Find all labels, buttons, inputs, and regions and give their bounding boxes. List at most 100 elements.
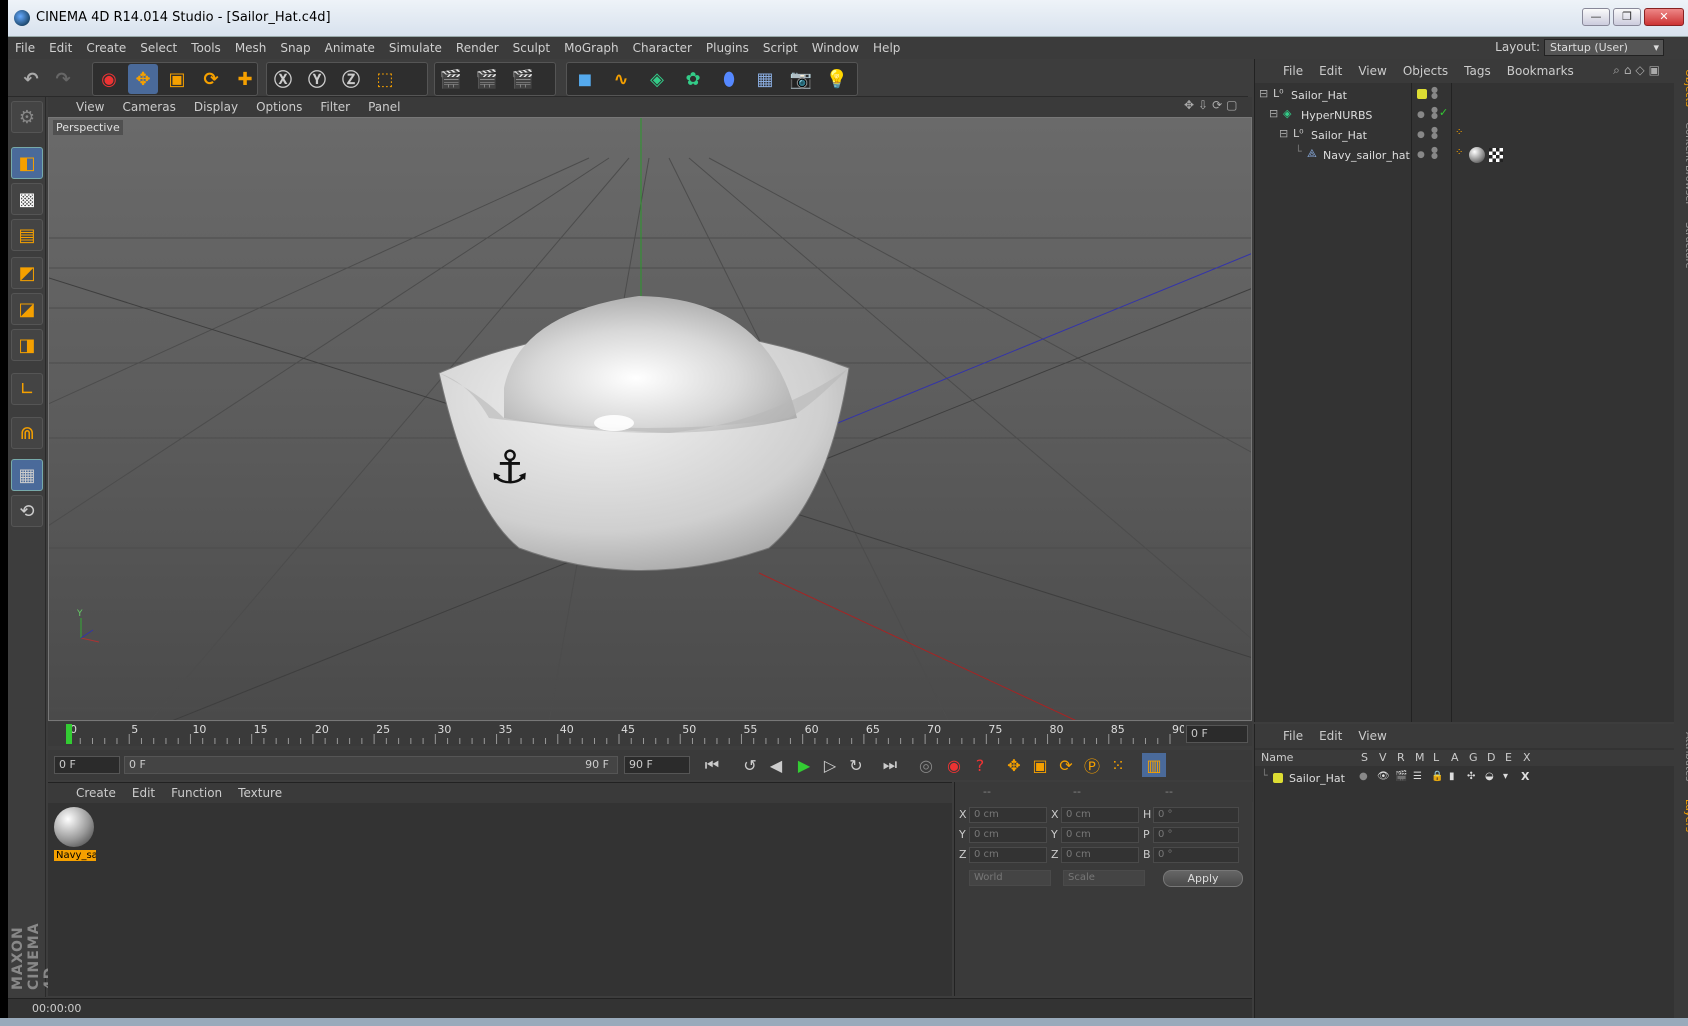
lm-menu-edit[interactable]: Edit	[1311, 729, 1350, 743]
previous-frame-icon[interactable]: ◀	[764, 753, 788, 777]
y-axis-icon[interactable]: Ⓨ	[302, 64, 332, 94]
render-settings-icon[interactable]: 🎬	[508, 64, 538, 94]
layout-select[interactable]: Startup (User) ▾	[1544, 39, 1664, 56]
om-menu-tags[interactable]: Tags	[1456, 64, 1499, 78]
menu-mesh[interactable]: Mesh	[228, 41, 274, 55]
key-position-icon[interactable]: ✥	[1002, 753, 1026, 777]
material-menu-edit[interactable]: Edit	[124, 786, 163, 800]
visibility-dot-icon[interactable]: ●	[1417, 150, 1425, 160]
autokey-icon[interactable]: ◉	[942, 753, 966, 777]
material-tag-icon[interactable]	[1469, 147, 1485, 163]
record-active-icon[interactable]: ◎	[914, 753, 938, 777]
lock-toggle-icon[interactable]: 🔒	[1431, 771, 1443, 782]
viewport-menu-display[interactable]: Display	[185, 100, 247, 114]
tab-objects[interactable]: Objects	[1676, 63, 1688, 113]
timeline-ruler[interactable]: 0 5 10 15 20 25 30 35 40 45 50 55 60 65 70 75 80 85 90 0 F	[48, 722, 1252, 746]
pos-z-field[interactable]: 0 cm	[969, 847, 1047, 863]
object-row[interactable]: └ ⟁ Navy_sailor_hat ● ● ● ⁘	[1255, 145, 1675, 165]
go-to-start-icon[interactable]: ⏮	[700, 753, 724, 777]
solo-toggle-icon[interactable]: ●	[1359, 771, 1368, 782]
object-row[interactable]: ⊟ L⁰ Sailor_Hat ● ● ● ⁘	[1255, 125, 1675, 145]
tree-collapse-icon[interactable]: ⊟	[1279, 127, 1288, 140]
menu-mograph[interactable]: MoGraph	[557, 41, 626, 55]
menu-help[interactable]: Help	[866, 41, 907, 55]
make-editable-icon[interactable]: ⚙	[11, 101, 43, 133]
size-x-field[interactable]: 0 cm	[1061, 807, 1139, 823]
next-frame-icon[interactable]: ▷	[818, 753, 842, 777]
size-y-field[interactable]: 0 cm	[1061, 827, 1139, 843]
recent-tool-icon[interactable]: ✚	[230, 64, 260, 94]
menu-render[interactable]: Render	[449, 41, 506, 55]
material-swatch[interactable]: Navy_sa	[54, 807, 96, 869]
visibility-dot-icon[interactable]: ●	[1417, 130, 1425, 140]
menu-plugins[interactable]: Plugins	[699, 41, 756, 55]
cube-icon[interactable]: ◼	[570, 64, 600, 94]
render-picture-viewer-icon[interactable]: 🎬	[472, 64, 502, 94]
frame-range-slider[interactable]: 0 F 90 F	[124, 756, 618, 774]
points-mode-icon[interactable]: ◩	[11, 257, 43, 289]
menu-snap[interactable]: Snap	[273, 41, 317, 55]
floor-icon[interactable]: ▦	[750, 64, 780, 94]
next-key-icon[interactable]: ↻	[844, 753, 868, 777]
playhead-marker[interactable]	[66, 724, 72, 744]
x-axis-icon[interactable]: Ⓧ	[268, 64, 298, 94]
layer-row[interactable]: └ Sailor_Hat ● 👁 🎬 ☰ 🔒 ▮ ✣ ◒ ▾ X	[1255, 768, 1675, 788]
tab-attributes[interactable]: Attributes	[1676, 727, 1688, 787]
timeline-window-icon[interactable]: ▥	[1142, 753, 1166, 777]
start-frame-field[interactable]: 0 F	[54, 756, 120, 774]
menu-character[interactable]: Character	[626, 41, 699, 55]
edges-mode-icon[interactable]: ◪	[11, 293, 43, 325]
manager-toggle-icon[interactable]: ☰	[1413, 771, 1422, 782]
deformer-icon[interactable]: ⬮	[714, 64, 744, 94]
menu-animate[interactable]: Animate	[318, 41, 382, 55]
magnet-icon[interactable]: ⋒	[11, 417, 43, 449]
visibility-dots-icon[interactable]: ● ●	[1431, 86, 1438, 100]
deformers-toggle-icon[interactable]: ◒	[1485, 771, 1494, 782]
apply-button[interactable]: Apply	[1163, 870, 1243, 887]
lock-workplane-icon[interactable]: ⟲	[11, 495, 43, 527]
om-menu-bookmarks[interactable]: Bookmarks	[1499, 64, 1582, 78]
search-icon[interactable]: ⌕⌂◇▣	[1613, 63, 1664, 78]
object-row[interactable]: ⊟ ◈ HyperNURBS ● ● ● ✓	[1255, 105, 1675, 125]
menu-sculpt[interactable]: Sculpt	[506, 41, 557, 55]
visibility-dots-icon[interactable]: ● ●	[1431, 126, 1438, 140]
current-frame-field[interactable]: 0 F	[1186, 725, 1248, 743]
om-menu-objects[interactable]: Objects	[1395, 64, 1456, 78]
camera-icon[interactable]: 📷	[786, 64, 816, 94]
uvw-tag-icon[interactable]	[1489, 148, 1503, 162]
lm-menu-view[interactable]: View	[1350, 729, 1394, 743]
viewport-menu-cameras[interactable]: Cameras	[113, 100, 184, 114]
xref-toggle-icon[interactable]: X	[1521, 770, 1529, 783]
viewport-menu-filter[interactable]: Filter	[311, 100, 359, 114]
array-icon[interactable]: ✿	[678, 64, 708, 94]
minimize-button[interactable]: —	[1582, 8, 1610, 26]
material-menu-function[interactable]: Function	[163, 786, 230, 800]
phong-tag-icon[interactable]: ⁘	[1455, 147, 1463, 158]
menu-tools[interactable]: Tools	[184, 41, 228, 55]
tab-content-browser[interactable]: Content Browser	[1676, 119, 1688, 209]
menu-file[interactable]: File	[8, 41, 42, 55]
viewport-nav-icons[interactable]: ✥⇩⟳▢	[1184, 98, 1242, 112]
restore-button[interactable]: ❐	[1613, 8, 1641, 26]
render-view-icon[interactable]: 🎬	[436, 64, 466, 94]
move-icon[interactable]: ✥	[128, 64, 158, 94]
layer-color-icon[interactable]	[1273, 773, 1283, 783]
om-menu-file[interactable]: File	[1255, 64, 1311, 78]
rot-b-field[interactable]: 0 °	[1153, 847, 1239, 863]
viewport-menu-options[interactable]: Options	[247, 100, 311, 114]
undo-icon[interactable]: ↶	[16, 64, 46, 94]
live-selection-icon[interactable]: ◉	[94, 64, 124, 94]
tab-structure[interactable]: Structure	[1676, 215, 1688, 275]
model-mode-icon[interactable]: ◧	[11, 147, 43, 179]
coordinate-mode-select[interactable]: World	[969, 870, 1051, 886]
enabled-check-icon[interactable]: ✓	[1439, 106, 1448, 119]
material-menu-create[interactable]: Create	[48, 786, 124, 800]
om-menu-edit[interactable]: Edit	[1311, 64, 1350, 78]
close-button[interactable]: ✕	[1644, 8, 1684, 26]
key-parameter-icon[interactable]: Ⓟ	[1080, 753, 1104, 777]
viewport-menu-view[interactable]: View	[48, 100, 113, 114]
rot-h-field[interactable]: 0 °	[1153, 807, 1239, 823]
go-to-end-icon[interactable]: ⏭	[878, 753, 902, 777]
end-frame-field[interactable]: 90 F	[624, 756, 690, 774]
pos-y-field[interactable]: 0 cm	[969, 827, 1047, 843]
